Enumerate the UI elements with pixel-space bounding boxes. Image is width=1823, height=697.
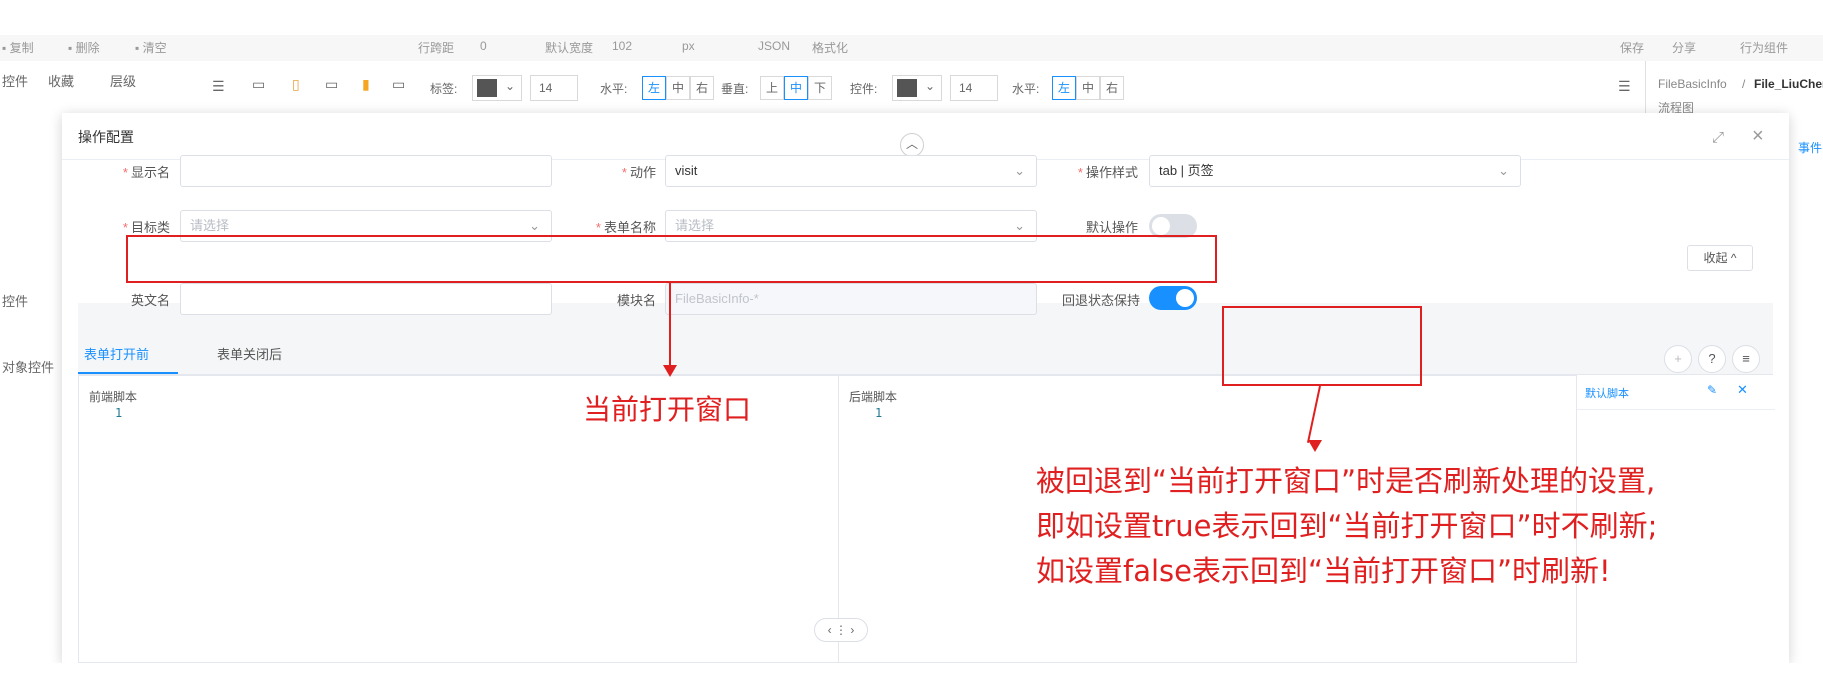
h2-align-center[interactable]: 中 bbox=[1076, 76, 1100, 100]
back-state-label: 回退状态保持 bbox=[1061, 293, 1140, 308]
breadcrumb-sep: / bbox=[1742, 77, 1746, 91]
annotation-arrow-head bbox=[1308, 440, 1322, 452]
breadcrumb-current: File_LiuCheng bbox=[1754, 77, 1823, 91]
modal-title: 操作配置 bbox=[78, 129, 134, 145]
h-align-left[interactable]: 左 bbox=[642, 76, 666, 100]
fold-button[interactable]: 收起 ^ bbox=[1687, 245, 1753, 271]
english-name-label: 英文名 bbox=[130, 293, 170, 308]
back-script-title: 后端脚本 bbox=[849, 390, 898, 404]
row-gap-value[interactable]: 0 bbox=[480, 39, 487, 53]
default-op-label: 默认操作 bbox=[1085, 220, 1138, 235]
left-tab-favorites[interactable]: 收藏 bbox=[48, 71, 74, 90]
action-label: * 动作 bbox=[621, 165, 656, 180]
control-color-select[interactable]: ⌄ bbox=[892, 75, 942, 101]
advanced-fields-row bbox=[78, 303, 1773, 385]
fullscreen-icon[interactable]: ⤢ bbox=[1712, 129, 1724, 146]
left-tab-controls[interactable]: 控件 bbox=[2, 71, 28, 90]
v-align-middle[interactable]: 中 bbox=[784, 76, 808, 100]
h2-align-right[interactable]: 右 bbox=[1100, 76, 1124, 100]
landscape-icon[interactable]: ▭ bbox=[325, 76, 338, 93]
section-object-controls: 对象控件 bbox=[2, 360, 55, 375]
target-class-label: * 目标类 bbox=[122, 220, 170, 235]
default-width-label: 默认宽度 bbox=[545, 41, 594, 55]
annotation-arrow-line bbox=[669, 283, 671, 365]
control-style-label: 控件: bbox=[850, 82, 878, 96]
annotation-arrow-head bbox=[663, 365, 677, 377]
h-align-center[interactable]: 中 bbox=[666, 76, 690, 100]
bottom-margin bbox=[0, 663, 1823, 697]
h2-align-label: 水平: bbox=[1012, 82, 1040, 96]
delete-button[interactable]: ▪ 删除 bbox=[68, 39, 100, 56]
v-align-bottom[interactable]: 下 bbox=[808, 76, 832, 100]
v-align-top[interactable]: 上 bbox=[760, 76, 784, 100]
h-align-label: 水平: bbox=[600, 82, 628, 96]
default-width-value[interactable]: 102 bbox=[612, 39, 632, 53]
json-button[interactable]: JSON bbox=[758, 39, 790, 53]
menu-button[interactable]: ≡ bbox=[1732, 345, 1760, 373]
left-tab-layers[interactable]: 层级 bbox=[110, 71, 136, 90]
module-name-input: FileBasicInfo-* bbox=[665, 283, 1037, 315]
save-button[interactable]: 保存 bbox=[1620, 39, 1644, 56]
behavior-button[interactable]: 行为组件 bbox=[1740, 39, 1788, 56]
section-controls: 控件 bbox=[2, 294, 29, 309]
align-icon[interactable]: ☰ bbox=[212, 78, 225, 95]
annotation-explain-line-2: 即如设置true表示回到“当前打开窗口”时不刷新; bbox=[1036, 509, 1658, 543]
back-state-toggle[interactable] bbox=[1149, 286, 1197, 310]
tab-before-open[interactable]: 表单打开前 bbox=[84, 344, 149, 363]
annotation-explain-line-3: 如设置false表示回到“当前打开窗口”时刷新! bbox=[1036, 554, 1611, 588]
line-number: 1 bbox=[115, 406, 123, 420]
display-name-input[interactable] bbox=[180, 155, 552, 187]
label-font-size[interactable]: 14 bbox=[530, 75, 578, 101]
form-name-label: * 表单名称 bbox=[595, 220, 656, 235]
front-script-title: 前端脚本 bbox=[89, 390, 138, 404]
annotation-box-target bbox=[126, 235, 1217, 283]
op-style-label: * 操作样式 bbox=[1077, 165, 1138, 180]
display-name-label: * 显示名 bbox=[122, 165, 170, 180]
help-button[interactable]: ? bbox=[1698, 345, 1726, 373]
v-align-label: 垂直: bbox=[721, 82, 749, 96]
control-font-size[interactable]: 14 bbox=[950, 75, 998, 101]
tablet-icon[interactable]: ▯ bbox=[292, 76, 300, 93]
h-align-right[interactable]: 右 bbox=[690, 76, 714, 100]
op-style-select[interactable]: tab | 页签 ⌄ bbox=[1149, 155, 1521, 187]
list-icon[interactable]: ☰ bbox=[1618, 78, 1631, 95]
english-name-input[interactable] bbox=[180, 283, 552, 315]
annotation-explain-line-1: 被回退到“当前打开窗口”时是否刷新处理的设置, bbox=[1036, 464, 1656, 498]
row-gap-label: 行跨距 bbox=[418, 41, 455, 55]
top-toolbar: ▪ 复制 ▪ 删除 ▪ 清空 行跨距 0 默认宽度 102 px JSON 格式… bbox=[0, 35, 1823, 62]
format-button[interactable]: 格式化 bbox=[812, 39, 848, 56]
close-icon[interactable]: ✕ bbox=[1737, 382, 1748, 398]
close-icon[interactable]: × bbox=[1752, 125, 1764, 148]
tab-after-close[interactable]: 表单关闭后 bbox=[217, 344, 282, 363]
label-style-label: 标签: bbox=[430, 82, 458, 96]
label-color-select[interactable]: ⌄ bbox=[472, 75, 522, 101]
chevron-down-icon: ⌄ bbox=[1014, 163, 1025, 178]
wide-icon[interactable]: ▭ bbox=[392, 76, 405, 93]
annotation-box-back-state bbox=[1222, 306, 1422, 386]
line-number: 1 bbox=[875, 406, 883, 420]
chevron-down-icon: ⌄ bbox=[1498, 163, 1509, 178]
clear-button[interactable]: ▪ 清空 bbox=[135, 39, 167, 56]
add-button[interactable]: + bbox=[1664, 345, 1692, 373]
breadcrumb-file-basic-info[interactable]: FileBasicInfo bbox=[1658, 77, 1727, 91]
annotation-current-window: 当前打开窗口 bbox=[583, 393, 752, 426]
tab-event[interactable]: 事件 bbox=[1798, 139, 1822, 156]
action-select[interactable]: visit ⌄ bbox=[665, 155, 1037, 187]
copy-button[interactable]: ▪ 复制 bbox=[2, 39, 34, 56]
mobile-icon[interactable]: ▮ bbox=[362, 76, 370, 93]
unit-label: px bbox=[682, 39, 695, 53]
monitor-icon[interactable]: ▭ bbox=[252, 76, 265, 93]
edit-icon[interactable]: ✎ bbox=[1707, 383, 1717, 397]
default-script-title[interactable]: 默认脚本 bbox=[1585, 385, 1629, 401]
collapse-up-icon[interactable]: ︿ bbox=[900, 133, 924, 157]
panel-divider bbox=[1577, 409, 1775, 410]
format-toolbar: ☰ ▭ ▯ ▭ ▮ ▭ 标签: ⌄ 14 水平: 左 中 右 垂直: 上 中 下… bbox=[190, 61, 1645, 117]
module-name-label: 模块名 bbox=[616, 293, 656, 308]
splitter-handle[interactable]: ‹ ⋮ › bbox=[814, 618, 868, 642]
share-button[interactable]: 分享 bbox=[1672, 39, 1696, 56]
h2-align-left[interactable]: 左 bbox=[1052, 76, 1076, 100]
